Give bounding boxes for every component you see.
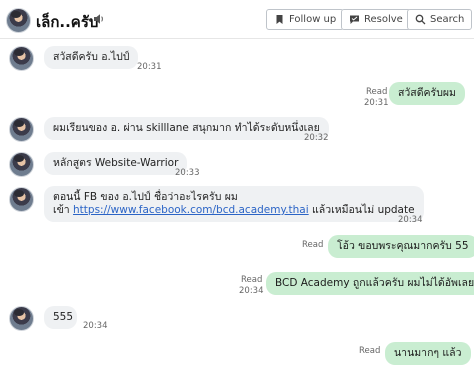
contact-name: เล็ก..ครับ: [36, 13, 99, 31]
message-time: 20:31: [364, 98, 389, 108]
outgoing-message: สวัสดีครับผม: [389, 82, 465, 105]
outgoing-message: โอ้ว ขอบพระคุณมากครับ 55: [328, 235, 474, 258]
chat-header: เล็ก..ครับ Follow up Resolve Search: [0, 0, 474, 39]
message-time: 20:33: [175, 168, 200, 178]
bookmark-icon: [276, 15, 283, 24]
speaker-icon[interactable]: [93, 13, 105, 25]
message-line: ตอนนี้ FB ของ อ.ไปป์ ชื่อว่าอะไรครับ ผม: [53, 191, 238, 203]
search-button[interactable]: Search: [407, 9, 473, 30]
incoming-message: ตอนนี้ FB ของ อ.ไปป์ ชื่อว่าอะไรครับ ผม …: [44, 186, 424, 222]
chat-bubble-icon: [350, 15, 359, 24]
sender-avatar: [9, 117, 34, 142]
message-time: 20:34: [398, 215, 423, 225]
sender-avatar: [9, 306, 34, 331]
resolve-button[interactable]: Resolve: [341, 9, 411, 30]
sender-avatar: [9, 152, 34, 177]
message-time: 20:31: [137, 62, 162, 72]
resolve-label: Resolve: [364, 14, 403, 25]
message-line: เข้า https://www.facebook.com/bcd.academ…: [53, 204, 415, 217]
incoming-message: หลักสูตร Website-Warrior: [44, 152, 188, 175]
follow-up-button[interactable]: Follow up: [266, 9, 345, 30]
read-status: Read: [366, 87, 388, 97]
read-status: Read: [241, 275, 263, 285]
incoming-message: ผมเรียนของ อ. ผ่าน skilllane สนุกมาก ทำไ…: [44, 117, 329, 140]
sender-avatar: [9, 46, 34, 71]
search-icon: [415, 14, 426, 25]
incoming-message: 555: [44, 306, 77, 329]
message-time: 20:34: [239, 286, 264, 296]
facebook-link[interactable]: https://www.facebook.com/bcd.academy.tha…: [73, 204, 309, 216]
follow-up-label: Follow up: [289, 14, 337, 25]
outgoing-message: นานมากๆ แล้ว: [385, 342, 471, 365]
message-time: 20:34: [83, 321, 108, 331]
read-status: Read: [359, 346, 381, 356]
read-status: Read: [302, 240, 324, 250]
incoming-message: สวัสดีครับ อ.ไปป์: [44, 46, 139, 69]
search-label: Search: [430, 14, 465, 25]
message-time: 20:32: [304, 133, 329, 143]
sender-avatar: [9, 187, 34, 212]
contact-avatar[interactable]: [6, 8, 31, 33]
message-text: เข้า: [53, 204, 74, 216]
outgoing-message: BCD Academy ถูกแล้วครับ ผมไม่ได้อัพเลย: [266, 272, 474, 295]
